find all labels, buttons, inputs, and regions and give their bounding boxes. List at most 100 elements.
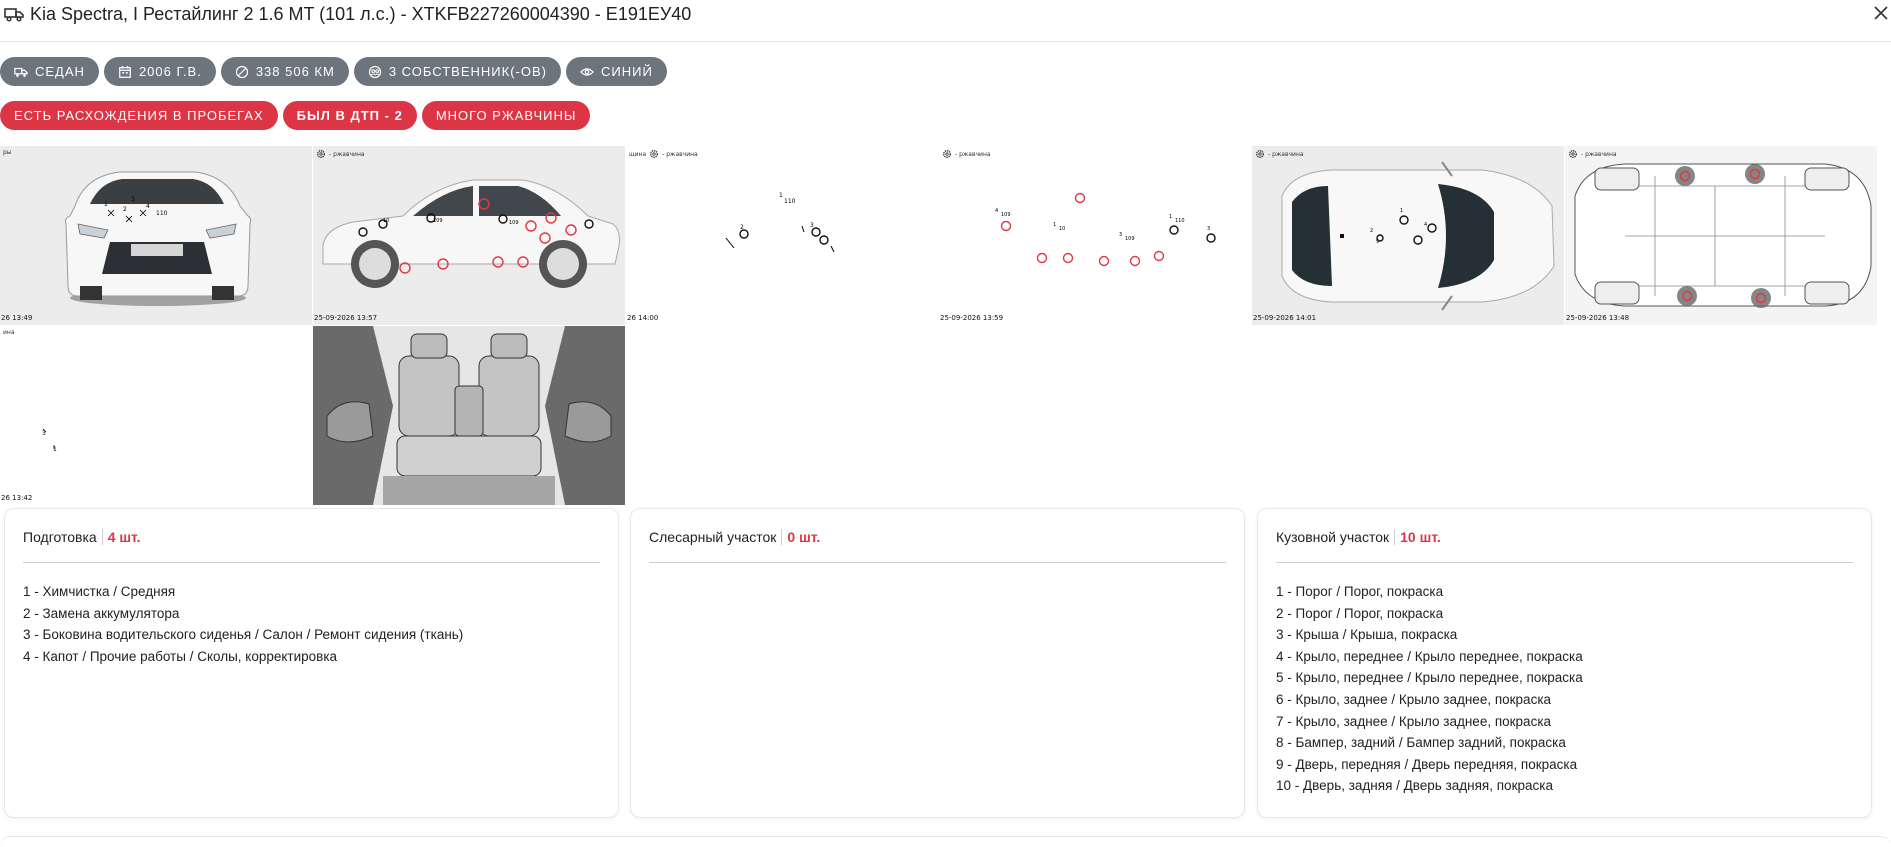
close-icon[interactable] <box>1871 3 1891 23</box>
gear-icon <box>650 150 659 158</box>
list-item: 8 - Бампер, задний / Бампер задний, покр… <box>1276 735 1566 751</box>
photo-timestamp: 25-09-2026 13:57 <box>314 314 378 322</box>
list-item: 1 - Порог / Порог, покраска <box>1276 584 1444 599</box>
svg-text:2: 2 <box>123 206 127 213</box>
photo-tag: - ржавчина <box>1255 149 1304 159</box>
card-count: 10 шт. <box>1400 529 1441 545</box>
car-front-image: 1 23 4 110 <box>65 171 252 306</box>
card-header: Слесарный участок 0 шт. <box>649 529 820 545</box>
photo-front[interactable]: 1 23 4 110 ры 26 13:49 <box>0 146 312 325</box>
svg-text:10: 10 <box>383 218 389 224</box>
speedometer-icon <box>235 65 248 78</box>
photo-timestamp: 25-09-2026 13:59 <box>940 314 1004 322</box>
photo-tag-text: - ржавчина <box>955 150 991 158</box>
inspection-photo-gallery: 123 4 110 ры 26 13:49 109 10 109 - ржавч… <box>0 146 1891 506</box>
photo-markers-3[interactable]: 31 ина 26 13:42 <box>0 326 312 505</box>
alert-rust[interactable]: Много ржавчины <box>421 101 591 130</box>
photo-underbody[interactable]: - ржавчина 25-09-2026 13:48 <box>1565 146 1877 325</box>
svg-text:109: 109 <box>1125 236 1135 242</box>
svg-text:2: 2 <box>740 224 744 231</box>
svg-text:4: 4 <box>1424 222 1427 228</box>
alert-accident[interactable]: Был в ДТП - 2 <box>282 101 417 130</box>
gear-icon <box>317 150 325 158</box>
vehicle-info-chips: Седан 2006 г.в. 338 506 км 3 собственник… <box>0 57 667 87</box>
list-item: 3 - Крыша / Крыша, покраска <box>1276 627 1458 643</box>
photo-tag-text: - ржавчина <box>662 150 698 158</box>
chip-mileage-label: 338 506 км <box>255 64 335 79</box>
chip-year[interactable]: 2006 г.в. <box>103 57 216 86</box>
photo-timestamp: 26 13:49 <box>1 314 33 322</box>
list-item: 10 - Дверь, задняя / Дверь задняя, покра… <box>1276 778 1553 794</box>
photo-timestamp: 26 13:42 <box>1 494 33 502</box>
owners-icon <box>368 65 381 78</box>
chip-color-label: Синий <box>601 64 653 79</box>
car-side-image: 109 10 109 <box>322 179 620 288</box>
photo-tag: щина - ржавчина <box>629 149 698 159</box>
svg-text:1: 1 <box>779 192 783 199</box>
card-header: Кузовной участок 10 шт. <box>1276 529 1441 545</box>
photo-side[interactable]: 109 10 109 - ржавчина 25-09-2026 13:57 <box>313 146 625 325</box>
svg-text:3: 3 <box>1207 226 1210 232</box>
card-divider <box>1276 562 1853 563</box>
divider <box>1394 529 1396 545</box>
calendar-icon <box>119 65 131 78</box>
list-item: 7 - Крыло, заднее / Крыло заднее, покрас… <box>1276 713 1552 729</box>
photo-tag: - ржавчина <box>1568 149 1617 159</box>
svg-text:4: 4 <box>995 208 998 214</box>
photo-interior[interactable] <box>313 326 625 505</box>
work-list: 1 - Порог / Порог, покраска 2 - Порог / … <box>1276 581 1583 797</box>
alert-accident-label: Был в ДТП - 2 <box>296 108 403 123</box>
car-icon <box>14 67 28 77</box>
divider <box>101 529 103 545</box>
svg-text:109: 109 <box>1001 212 1011 218</box>
svg-text:9: 9 <box>1376 239 1379 245</box>
card-header: Подготовка 4 шт. <box>23 529 141 545</box>
markers-image: 1110 2 3 <box>725 192 835 253</box>
svg-text:1: 1 <box>1169 214 1172 220</box>
photo-tag-text: - ржавчина <box>329 150 365 158</box>
list-item: 4 - Крыло, переднее / Крыло переднее, по… <box>1276 648 1583 664</box>
svg-text:3: 3 <box>810 222 814 229</box>
svg-text:109: 109 <box>509 220 519 226</box>
photo-timestamp: 25-09-2026 13:48 <box>1566 314 1630 322</box>
photo-tag: - ржавчина <box>316 149 365 159</box>
svg-text:1: 1 <box>1400 208 1403 214</box>
gear-icon <box>943 150 951 158</box>
svg-text:1: 1 <box>1053 222 1056 228</box>
photo-tag-text: - ржавчина <box>1268 150 1304 158</box>
svg-text:3: 3 <box>131 196 135 203</box>
svg-text:110: 110 <box>1175 218 1185 224</box>
svg-text:4: 4 <box>146 203 150 210</box>
chip-color[interactable]: Синий <box>566 57 667 86</box>
svg-text:10: 10 <box>1059 226 1065 232</box>
photo-tag-prefix: щина <box>629 150 647 158</box>
photo-tag-text: ры <box>3 149 12 156</box>
chip-year-label: 2006 г.в. <box>138 64 202 79</box>
car-top-image: 1 4 29 <box>1281 161 1555 311</box>
photo-markers-1[interactable]: 1 110 2 3 щина - ржавчина 26 14:00 <box>626 146 938 325</box>
chip-owners[interactable]: 3 собственник(-ов) <box>353 57 561 86</box>
list-item: 2 - Порог / Порог, покраска <box>1276 605 1444 621</box>
photo-tag: ина <box>3 329 15 336</box>
list-item: 3 - Боковина водительского сиденья / Сал… <box>23 627 464 643</box>
alert-mileage-discrepancy-label: Есть расхождения в пробегах <box>14 108 264 123</box>
alert-rust-label: Много ржавчины <box>435 108 577 123</box>
svg-text:3: 3 <box>1119 232 1122 238</box>
work-sections: Подготовка 4 шт. 1 - Химчистка / Средняя… <box>4 508 1874 818</box>
photo-top[interactable]: 1 4 29 - ржавчина 25-09-2026 14:01 <box>1252 146 1564 325</box>
gear-icon <box>1569 150 1577 158</box>
svg-text:110: 110 <box>156 210 168 217</box>
svg-text:1: 1 <box>104 201 108 208</box>
svg-text:2: 2 <box>1370 228 1373 234</box>
card-bodywork: Кузовной участок 10 шт. 1 - Порог / Поро… <box>1257 508 1872 818</box>
divider <box>781 529 783 545</box>
markers-image: 4109110 31091110 3 <box>995 192 1216 267</box>
chip-body-type-label: Седан <box>35 64 85 79</box>
chip-body-type[interactable]: Седан <box>0 57 99 86</box>
list-item: 6 - Крыло, заднее / Крыло заднее, покрас… <box>1276 691 1552 707</box>
chip-owners-label: 3 собственник(-ов) <box>388 64 547 79</box>
chip-mileage[interactable]: 338 506 км <box>220 57 349 86</box>
photo-markers-2[interactable]: 4 109 1 10 3 109 1 110 3 - ржавчина 25-09-2026… <box>939 146 1251 325</box>
alert-mileage-discrepancy[interactable]: Есть расхождения в пробегах <box>0 101 278 130</box>
list-item: 2 - Замена аккумулятора <box>23 605 180 621</box>
